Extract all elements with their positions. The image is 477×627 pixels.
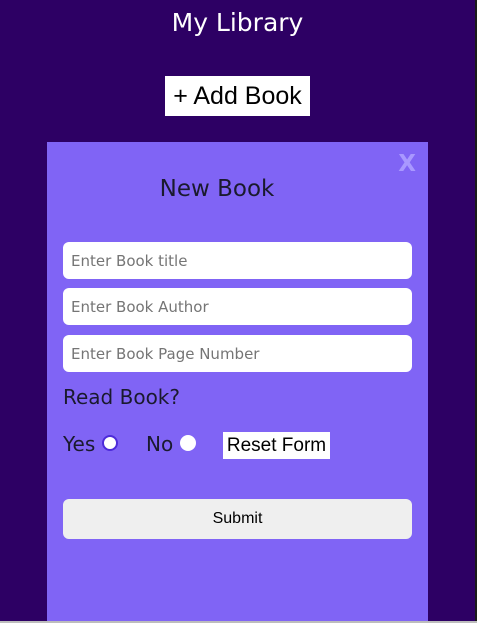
radio-no-label: No [146,432,174,456]
library-page: My Library + Add Book X New Book Read Bo… [0,0,477,621]
radio-no[interactable] [180,435,196,451]
new-book-modal: X New Book Read Book? Yes No Reset Form … [47,142,428,621]
add-book-button[interactable]: + Add Book [165,76,310,116]
book-pages-input[interactable] [63,335,412,372]
submit-button[interactable]: Submit [63,499,412,539]
read-book-question: Read Book? [63,385,181,409]
book-title-input[interactable] [63,242,412,279]
modal-title: New Book [159,176,275,202]
reset-form-button[interactable]: Reset Form [223,432,330,459]
window-bottom-border [0,621,477,623]
close-icon[interactable]: X [398,150,416,178]
radio-yes-label: Yes [63,432,96,456]
book-author-input[interactable] [63,288,412,325]
radio-yes[interactable] [102,435,118,451]
app-title: My Library [171,8,304,37]
